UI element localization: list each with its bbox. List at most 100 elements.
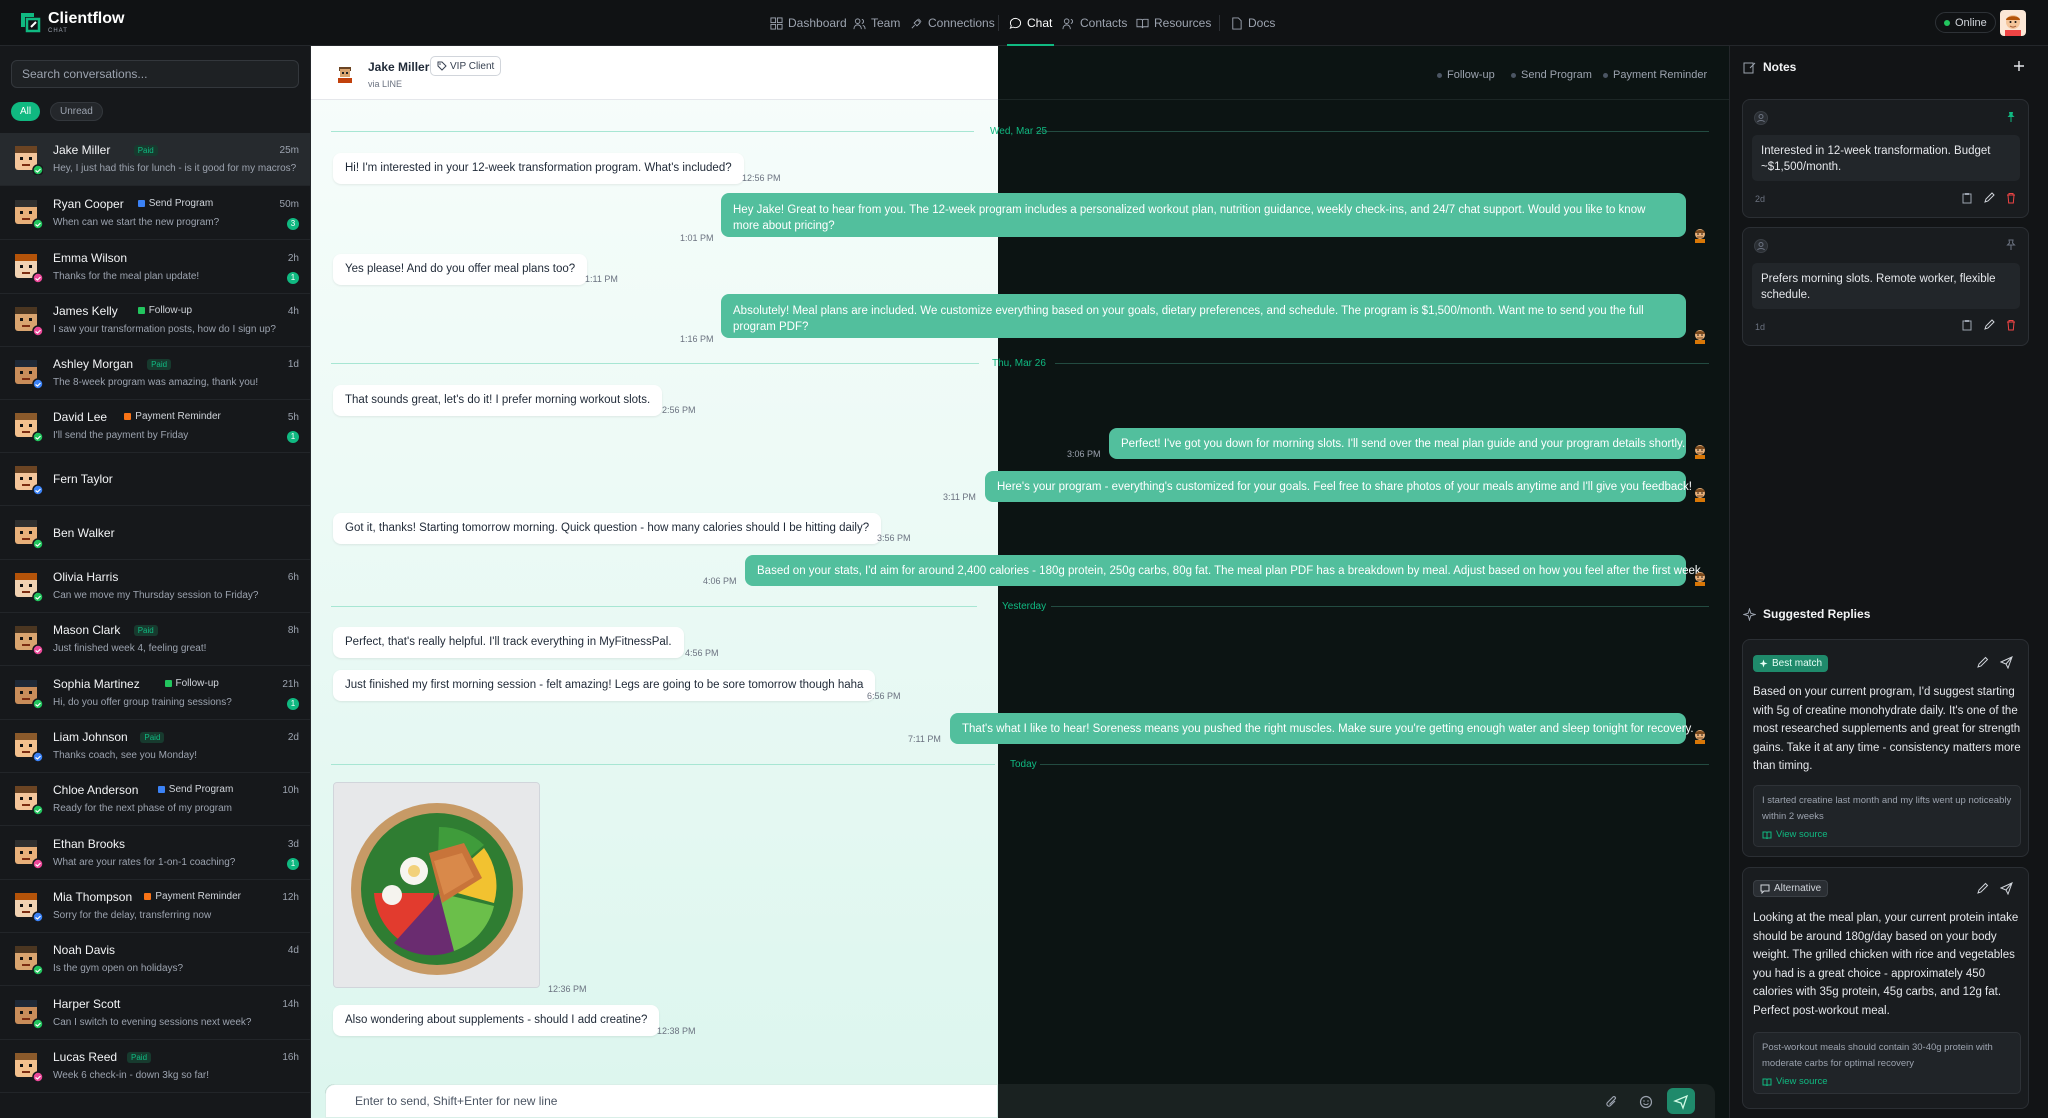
coach-avatar [1695,445,1705,459]
emoji-icon[interactable] [1639,1095,1653,1109]
delete-icon[interactable] [2005,192,2017,204]
send-icon[interactable] [2000,656,2013,669]
conversation-item[interactable]: Noah Davis Is the gym open on holidays? 4d [0,933,310,986]
status-tag: Follow-up [164,678,219,689]
sparkle-icon [1743,607,1756,621]
nav-team[interactable]: Team [853,0,900,46]
grid-icon [770,16,783,30]
conversation-item[interactable]: Jake Miller Paid Hey, I just had this for … [0,133,310,186]
tag-color-dot [137,307,145,314]
conversation-time: 5h [287,412,299,423]
conversation-item[interactable]: Olivia Harris Can we move my Thursday ses… [0,560,310,613]
add-note-icon[interactable] [2013,60,2025,72]
conversation-item[interactable]: Mia Thompson Payment Reminder Sorry for th… [0,880,310,933]
quick-action-send-program[interactable]: Send Program [1511,69,1592,81]
edit-icon[interactable] [1976,656,1989,669]
nav-divider [1219,15,1220,31]
notes-title: Notes [1763,60,1797,74]
conversation-name: Noah Davis [53,943,116,957]
paperclip-icon[interactable] [1605,1095,1619,1109]
nav-docs[interactable]: Docs [1230,0,1275,46]
conversation-item[interactable]: Emma Wilson Thanks for the meal plan upda… [0,241,310,294]
conversation-item[interactable]: James Kelly Follow-up I saw your transform… [0,294,310,347]
note-text: Interested in 12-week transformation. Bu… [1752,135,2020,181]
filter-unread[interactable]: Unread [50,102,103,121]
filter-all[interactable]: All [11,102,41,121]
conversation-item[interactable]: Fern Taylor [0,453,310,506]
coach-avatar [1695,730,1705,744]
document-icon [1232,16,1242,30]
contact-avatar[interactable] [334,61,356,83]
edit-icon[interactable] [1983,319,1995,331]
edit-icon[interactable] [1983,192,1995,204]
paid-badge: Paid [133,625,158,636]
message-incoming: Also wondering about supplements - shoul… [333,1005,660,1036]
conversation-preview: Can I switch to evening sessions next we… [53,1017,252,1028]
nav-chat[interactable]: Chat [1007,0,1055,46]
quick-action-follow-up[interactable]: Follow-up [1437,69,1495,81]
nav-resources-label: Resources [1154,16,1212,30]
nav-dashboard[interactable]: Dashboard [770,0,847,46]
app-logo[interactable]: Clientflow CHAT [18,10,124,34]
message-time: 12:56 PM [742,173,781,183]
conversation-time: 50m [279,199,299,210]
unread-count: 1 [287,858,299,870]
message-incoming: Got it, thanks! Starting tomorrow mornin… [333,513,882,544]
paid-badge: Paid [147,359,172,370]
user-avatar[interactable] [2000,10,2026,36]
pin-icon[interactable] [2005,111,2017,123]
status-badge[interactable]: Online [1935,12,1996,33]
view-source-link[interactable]: View source [1762,827,2012,843]
vip-tag[interactable]: VIP Client [430,56,502,76]
nav-connections[interactable]: Connections [910,0,995,46]
conversation-item[interactable]: Ben Walker [0,507,310,560]
best-match-badge: Best match [1753,655,1829,672]
date-divider [1036,131,1709,132]
conversation-item[interactable]: Ryan Cooper Send Program When can we start… [0,187,310,240]
conversation-item[interactable]: Ashley Morgan Paid The 8-week program was … [0,347,310,400]
contact-avatar [15,626,43,655]
delete-icon[interactable] [2005,319,2017,331]
pin-icon[interactable] [2005,239,2017,251]
date-divider [331,131,974,132]
conversation-item[interactable]: Chloe Anderson Send Program Ready for the … [0,773,310,826]
conversation-preview: Thanks for the meal plan update! [53,271,200,282]
suggestion-source: Post-workout meals should contain 30-40g… [1753,1032,2021,1094]
edit-icon[interactable] [1976,882,1989,895]
salad-bowl-image [334,783,539,987]
suggestion-text: Based on your current program, I'd sugge… [1753,686,2021,772]
view-source-link[interactable]: View source [1762,1074,2012,1090]
contact-avatar [15,520,43,549]
conversation-preview: What are your rates for 1-on-1 coaching? [53,857,236,868]
conversation-item[interactable]: Sophia Martinez Follow-up Hi, do you offer… [0,667,310,720]
conversation-name: Ashley Morgan [53,357,134,371]
nav-resources[interactable]: Resources [1136,0,1211,46]
quick-action-payment-reminder[interactable]: Payment Reminder [1603,69,1707,81]
view-source-label: View source [1776,1076,1828,1087]
message-time: 7:11 PM [908,734,941,744]
send-icon [1673,1094,1689,1110]
conversation-time: 4d [287,945,299,956]
app-subname: CHAT [48,27,68,34]
message-input[interactable]: Enter to send, Shift+Enter for new line [355,1094,557,1108]
conversation-item[interactable]: Harper Scott Can I switch to evening sess… [0,987,310,1040]
conversation-time: 4h [287,306,299,317]
message-time: 3:06 PM [1067,449,1101,459]
copy-icon[interactable] [1961,319,1973,331]
conversation-item[interactable]: Lucas Reed Paid Week 6 check-in - down 3kg… [0,1040,310,1093]
send-button[interactable] [1667,1088,1695,1114]
search-input[interactable]: Search conversations... [11,60,299,88]
conversation-item[interactable]: Ethan Brooks What are your rates for 1-on… [0,827,310,880]
send-icon[interactable] [2000,882,2013,895]
nav-contacts[interactable]: Contacts [1062,0,1127,46]
copy-icon[interactable] [1961,192,1973,204]
conversation-item[interactable]: David Lee Payment Reminder I'll send the p… [0,400,310,453]
contact-avatar [15,1053,43,1082]
conversation-item[interactable]: Liam Johnson Paid Thanks coach, see you Mo… [0,720,310,773]
message-time: 12:36 PM [548,984,587,994]
conversation-name: Ethan Brooks [53,837,126,851]
message-photo[interactable] [333,782,540,988]
conversation-time: 21h [282,679,299,690]
conversation-item[interactable]: Mason Clark Paid Just finished week 4, fee… [0,613,310,666]
conversation-sidebar: Search conversations... All Unread Jake … [0,46,311,1118]
